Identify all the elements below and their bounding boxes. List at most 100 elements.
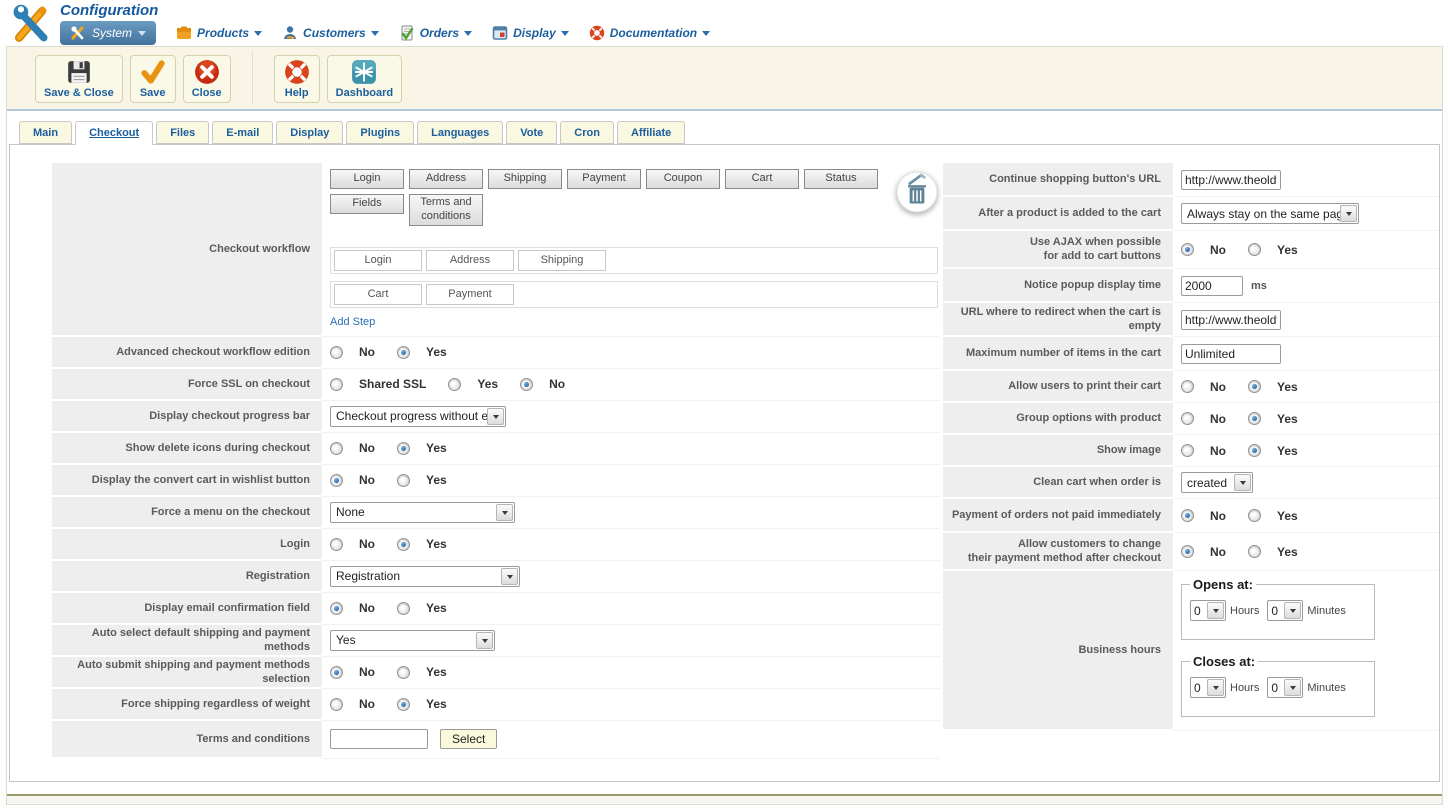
tab-plugins[interactable]: Plugins [346,121,415,144]
tab-languages[interactable]: Languages [417,121,504,144]
radio-yes[interactable] [397,537,410,551]
menu-products[interactable]: Products [176,25,263,41]
save-and-close-button[interactable]: Save & Close [35,55,123,103]
workflow-block-payment[interactable]: Payment [567,169,641,189]
radio-yes[interactable] [448,377,462,391]
radio-yes[interactable] [397,345,410,359]
tab-affiliate[interactable]: Affiliate [616,121,686,144]
radio-no[interactable] [1181,444,1194,457]
radio-no[interactable] [330,601,343,615]
select-value: None [336,505,365,519]
radio-yes[interactable] [1248,545,1261,558]
radio-yes-label: Yes [426,537,447,551]
form-row-business-hours: Business hours Opens at: 0 Hours 0 Minut… [943,571,1439,731]
radio-yes[interactable] [397,441,410,455]
ms-suffix-label: ms [1251,279,1267,292]
radio-yes[interactable] [1248,509,1261,522]
radio-no[interactable] [520,377,534,391]
workflow-block-fields[interactable]: Fields [330,194,404,214]
menu-system[interactable]: System [60,21,157,45]
radio-no[interactable] [1181,509,1194,522]
field-label: Force SSL on checkout [52,368,322,401]
workflow-block-shipping[interactable]: Shipping [488,169,562,189]
form-row-checkout-workflow: Checkout workflow Login Address Shipping… [52,163,940,337]
form-row: Registration Registration [52,560,940,593]
lifebuoy-icon [589,25,604,41]
radio-yes[interactable] [1248,444,1261,457]
workflow-block-address[interactable]: Address [409,169,483,189]
workflow-block-login[interactable]: Login [330,169,404,189]
page-bottom-strip [7,795,1442,804]
opens-hours-select[interactable]: 0 [1190,600,1226,621]
menu-customers[interactable]: Customers [282,25,379,41]
radio-no[interactable] [330,441,343,455]
trash-icon[interactable] [896,171,938,213]
empty-cart-redirect-url-input[interactable] [1181,309,1281,330]
menu-documentation[interactable]: Documentation [589,25,711,41]
minutes-label: Minutes [1307,604,1346,617]
field-label-line2: their payment method after checkout [967,552,1161,564]
tab-main[interactable]: Main [19,121,73,144]
tab-cron[interactable]: Cron [560,121,614,144]
field-label: Registration [52,560,322,593]
force-menu-select[interactable]: None [330,501,515,523]
menu-display[interactable]: Display [492,25,569,41]
workflow-block-coupon[interactable]: Coupon [646,169,720,189]
select-value: 0 [1194,603,1201,618]
help-button[interactable]: Help [273,55,320,103]
radio-no[interactable] [330,665,343,679]
radio-yes[interactable] [1248,412,1261,425]
close-button[interactable]: Close [182,55,231,103]
opens-minutes-select[interactable]: 0 [1267,600,1304,621]
radio-yes[interactable] [397,697,410,711]
auto-select-methods-select[interactable]: Yes [330,629,495,651]
progress-bar-select[interactable]: Checkout progress without end [330,405,506,427]
radio-no[interactable] [330,345,343,359]
field-label: URL where to redirect when the cart is e… [943,303,1173,337]
radio-shared-ssl[interactable] [330,377,343,391]
step-shipping[interactable]: Shipping [518,249,606,271]
dashboard-button[interactable]: Dashboard [326,55,403,103]
terms-input[interactable] [330,729,428,749]
menu-orders[interactable]: Orders [399,25,473,41]
clean-cart-select[interactable]: created [1181,472,1253,493]
radio-no[interactable] [330,473,343,487]
document-check-icon [401,25,413,41]
tab-vote[interactable]: Vote [506,121,558,144]
terms-select-button[interactable]: Select [440,729,498,749]
radio-no[interactable] [1181,412,1194,425]
tab-email[interactable]: E-mail [212,121,274,144]
notice-popup-time-input[interactable] [1181,275,1243,296]
closes-minutes-select[interactable]: 0 [1267,677,1304,698]
step-login[interactable]: Login [334,249,422,271]
tab-files[interactable]: Files [156,121,210,144]
closes-hours-select[interactable]: 0 [1190,677,1226,698]
radio-yes[interactable] [397,473,410,487]
form-row: Payment of orders not paid immediately N… [943,499,1439,533]
field-label: Payment of orders not paid immediately [943,499,1173,533]
workflow-block-terms[interactable]: Terms and conditions [409,194,483,226]
max-cart-items-input[interactable] [1181,343,1281,364]
workflow-block-status[interactable]: Status [804,169,878,189]
tab-display[interactable]: Display [276,121,344,144]
radio-no[interactable] [1181,380,1194,393]
radio-yes[interactable] [397,665,410,679]
save-button[interactable]: Save [129,55,176,103]
add-step-link[interactable]: Add Step [330,316,375,328]
step-address[interactable]: Address [426,249,514,271]
radio-yes[interactable] [1248,243,1261,256]
radio-no[interactable] [330,537,343,551]
radio-yes-label: Yes [1277,242,1298,257]
step-payment[interactable]: Payment [426,283,514,305]
radio-yes[interactable] [397,601,410,615]
after-add-to-cart-select[interactable]: Always stay on the same page [1181,203,1359,224]
radio-no[interactable] [1181,545,1194,558]
step-cart[interactable]: Cart [334,283,422,305]
radio-no[interactable] [330,697,343,711]
workflow-block-cart[interactable]: Cart [725,169,799,189]
tab-checkout[interactable]: Checkout [75,121,154,145]
radio-yes[interactable] [1248,380,1261,393]
radio-no[interactable] [1181,243,1194,256]
registration-select[interactable]: Registration [330,565,520,587]
continue-shopping-url-input[interactable] [1181,169,1281,190]
